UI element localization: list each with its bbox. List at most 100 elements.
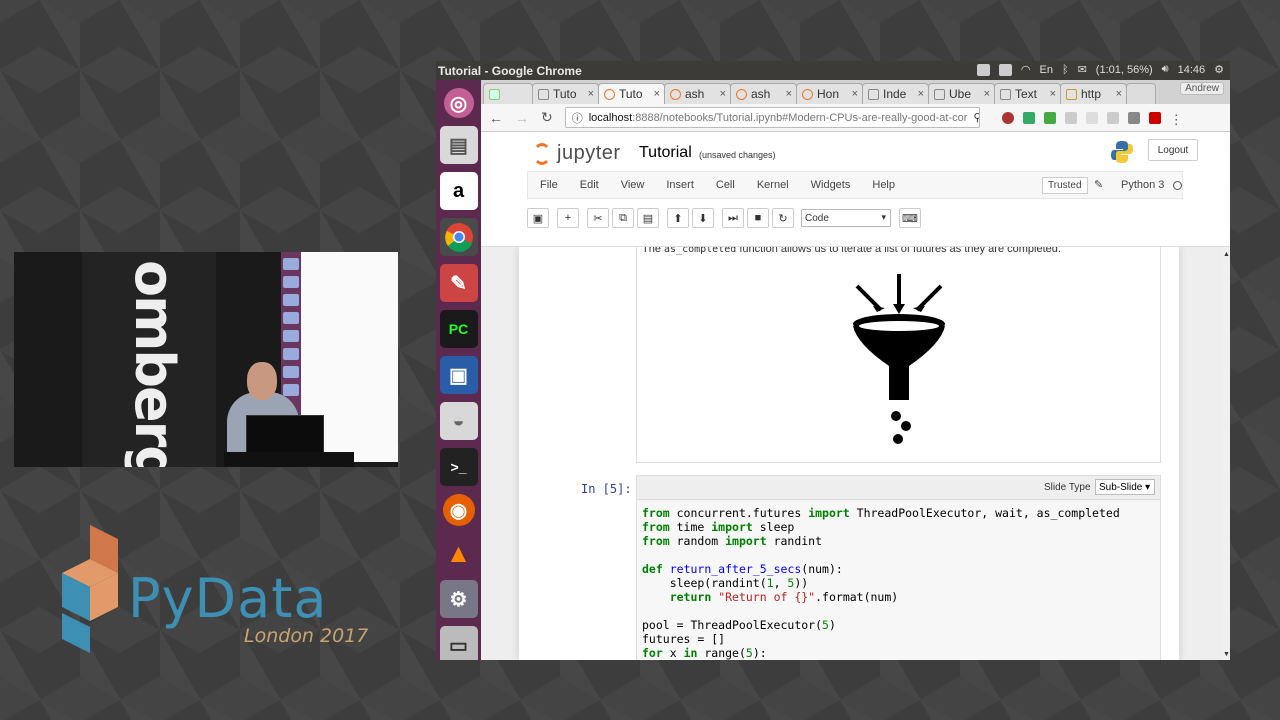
close-icon[interactable]: × <box>852 88 858 100</box>
cell-type-select[interactable]: Code <box>801 209 891 227</box>
tab-3[interactable]: ash × <box>664 83 731 104</box>
chrome-icon[interactable] <box>439 218 478 256</box>
tab-5[interactable]: Hon × <box>796 83 863 104</box>
new-tab-button[interactable] <box>1126 83 1156 104</box>
amazon-icon[interactable]: a <box>439 172 478 210</box>
dropbox-icon[interactable] <box>976 63 990 76</box>
tab-4[interactable]: ash × <box>730 83 797 104</box>
menu-widgets[interactable]: Widgets <box>811 179 851 191</box>
menu-edit[interactable]: Edit <box>580 179 599 191</box>
cell-prompt: In [5]: <box>581 482 632 496</box>
close-icon[interactable]: × <box>588 88 594 100</box>
extension-icon[interactable] <box>1106 111 1119 124</box>
wifi-icon[interactable]: ◠ <box>1021 63 1031 76</box>
page-scrollbar[interactable]: ▲ ▼ <box>1222 247 1230 660</box>
save-icon[interactable]: ▣ <box>527 208 549 228</box>
ubuntu-launcher: ◎ ▤ a ✎ PC ▣ ◒ >_ ◉ ▲ ⚙ ▭ <box>436 80 481 660</box>
menu-file[interactable]: File <box>540 179 558 191</box>
extension-icon[interactable] <box>1022 111 1035 124</box>
vlc-icon[interactable]: ▲ <box>440 534 478 572</box>
close-icon[interactable]: × <box>1050 88 1056 100</box>
trusted-badge[interactable]: Trusted <box>1042 177 1088 194</box>
close-icon[interactable]: × <box>720 88 726 100</box>
tab-favicon <box>489 88 500 100</box>
system-settings-icon[interactable]: ⚙ <box>439 580 478 618</box>
doc-icon <box>934 88 945 100</box>
firefox-icon[interactable]: ◉ <box>442 494 475 526</box>
bluetooth-icon[interactable]: ᛒ <box>1062 64 1069 76</box>
back-icon[interactable]: ← <box>489 110 503 126</box>
pencil-icon[interactable]: ✎ <box>1094 178 1103 191</box>
pycharm-icon[interactable]: PC <box>439 310 478 348</box>
extension-icon[interactable] <box>1127 111 1140 124</box>
extension-icon[interactable] <box>1043 111 1056 124</box>
zoom-icon[interactable]: ⚲ <box>973 111 978 124</box>
profile-chip[interactable]: Andrew <box>1180 82 1224 95</box>
menu-kernel[interactable]: Kernel <box>757 179 789 191</box>
close-icon[interactable]: × <box>918 88 924 100</box>
tab-9[interactable]: http × <box>1060 83 1127 104</box>
extension-icon[interactable] <box>1085 111 1098 124</box>
url-bar[interactable]: ⓘ localhost:8888/notebooks/Tutorial.ipyn… <box>564 107 980 128</box>
extension-icon[interactable] <box>1064 111 1077 124</box>
settings-tools-icon[interactable]: ✎ <box>439 264 478 302</box>
chrome-menu-icon[interactable]: ⋮ <box>1170 112 1183 127</box>
notebook-name[interactable]: Tutorial <box>639 144 692 162</box>
jupyter-logo[interactable]: jupyter <box>533 142 621 165</box>
menu-help[interactable]: Help <box>872 179 895 191</box>
doc-icon <box>1000 88 1011 100</box>
virtualbox-icon[interactable]: ▣ <box>439 356 478 394</box>
slide-type-select[interactable]: Sub-Slide ▾ <box>1095 479 1155 495</box>
menu-cell[interactable]: Cell <box>716 179 735 191</box>
close-icon[interactable]: × <box>786 88 792 100</box>
system-monitor-icon[interactable]: ▭ <box>439 626 478 660</box>
keyboard-icon[interactable]: ⌨ <box>899 208 921 228</box>
menu-insert[interactable]: Insert <box>666 179 694 191</box>
plus-icon[interactable]: + <box>557 208 579 228</box>
tab-7[interactable]: Ube × <box>928 83 995 104</box>
file-cabinet-icon[interactable]: ▤ <box>439 126 478 164</box>
battery-status[interactable]: (1:01, 56%) <box>1096 64 1153 76</box>
cut-icon[interactable]: ✂ <box>587 208 609 228</box>
extension-icon[interactable] <box>1001 111 1014 124</box>
url-host: localhost <box>588 111 633 124</box>
copy-icon[interactable]: ⧉ <box>612 208 634 228</box>
forward-icon[interactable]: → <box>515 110 529 126</box>
tab-pinned[interactable] <box>483 83 533 104</box>
markdown-cell[interactable]: The as_completed function allows us to i… <box>636 247 1161 463</box>
volume-icon[interactable]: 🔊︎ <box>1162 63 1169 76</box>
scroll-up-icon[interactable]: ▲ <box>1223 251 1230 258</box>
menu-view[interactable]: View <box>621 179 645 191</box>
close-icon[interactable]: × <box>1116 88 1122 100</box>
tab-2[interactable]: Tuto × <box>598 83 665 104</box>
tab-strip: Tuto × Tuto × ash × ash × Hon × Inde × Ube × Te… <box>481 80 1230 104</box>
code-editor[interactable]: from concurrent.futures import ThreadPoo… <box>642 506 1120 660</box>
restart-icon[interactable]: ↻ <box>772 208 794 228</box>
keyboard-lang[interactable]: En <box>1039 64 1052 76</box>
code-cell[interactable]: Slide Type Sub-Slide ▾ from concurrent.f… <box>636 475 1161 660</box>
step-forward-icon[interactable]: ⏭ <box>722 208 744 228</box>
menu-icon[interactable] <box>998 63 1012 76</box>
mail-icon[interactable]: ✉ <box>1078 63 1087 76</box>
tab-8[interactable]: Text × <box>994 83 1061 104</box>
reload-icon[interactable]: ↻ <box>541 109 553 126</box>
tab-1[interactable]: Tuto × <box>532 83 599 104</box>
clock[interactable]: 14:46 <box>1178 64 1206 76</box>
extension-icon[interactable] <box>1148 111 1161 124</box>
logout-button[interactable]: Logout <box>1148 139 1198 161</box>
url-path: :8888/notebooks/Tutorial.ipynb#Modern-CP… <box>632 111 968 124</box>
ubuntu-dash-icon[interactable]: ◎ <box>443 88 474 118</box>
disk-icon[interactable]: ◒ <box>439 402 478 440</box>
gear-icon[interactable]: ⚙ <box>1214 63 1224 76</box>
stop-icon[interactable]: ■ <box>747 208 769 228</box>
close-icon[interactable]: × <box>984 88 990 100</box>
arrow-up-icon[interactable]: ⬆ <box>667 208 689 228</box>
scroll-down-icon[interactable]: ▼ <box>1223 651 1230 658</box>
paste-icon[interactable]: ▤ <box>637 208 659 228</box>
page-info-icon[interactable]: ⓘ <box>572 110 583 126</box>
terminal-icon[interactable]: >_ <box>439 448 478 486</box>
close-icon[interactable]: × <box>654 88 660 100</box>
arrow-down-icon[interactable]: ⬇ <box>692 208 714 228</box>
markdown-text: The as_completed function allows us to i… <box>642 247 1061 255</box>
tab-6[interactable]: Inde × <box>862 83 929 104</box>
